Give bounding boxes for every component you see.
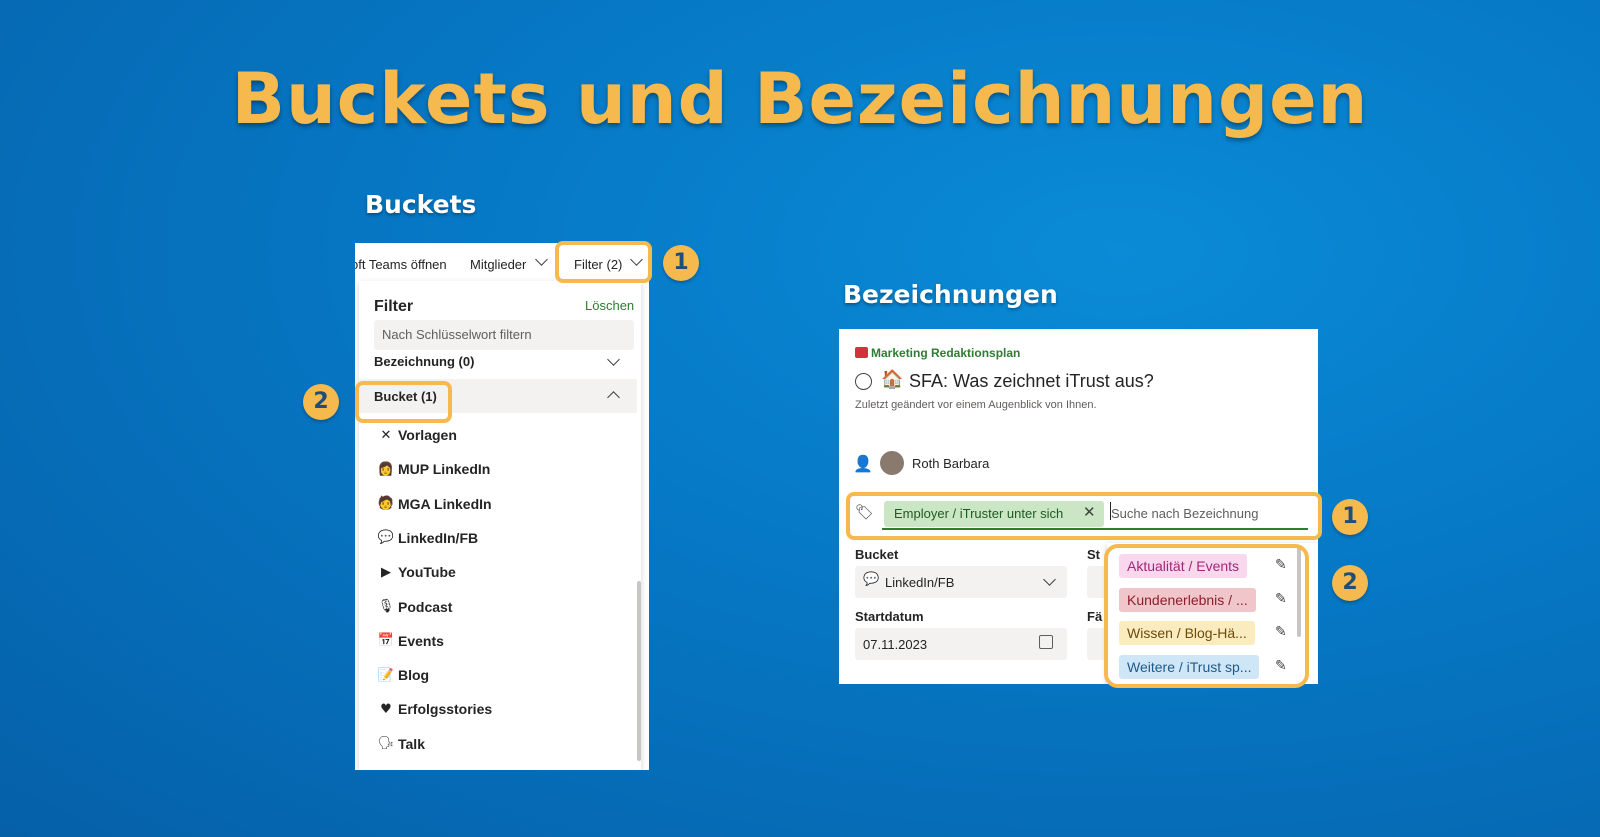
calendar-icon[interactable] [1039, 635, 1053, 649]
callout-badge-4: 2 [1332, 565, 1368, 601]
bucket-filter-item[interactable]: ▶ YouTube [377, 558, 456, 586]
filter-dropdown: Filter Löschen Nach Schlüsselwort filter… [359, 281, 641, 770]
bucket-filter-item-label: Podcast [398, 598, 453, 615]
heart-icon: ♥ [380, 701, 392, 717]
bucket-filter-item[interactable]: ♥ Erfolgsstories [377, 695, 492, 723]
bucket-chevron-down-icon [1043, 573, 1056, 586]
calendar-icon: 📅 [377, 633, 395, 649]
start-date-input[interactable]: 07.11.2023 [855, 628, 1067, 660]
task-title[interactable]: SFA: Was zeichnet iTrust aus? [909, 371, 1154, 392]
bucket-filter-item-label: MGA LinkedIn [398, 495, 492, 512]
bucket-filter-item-label: YouTube [398, 564, 456, 581]
members-button[interactable]: Mitglieder [470, 257, 526, 272]
bucket-field-label: Bucket [855, 547, 899, 562]
bucket-select[interactable]: 💬 LinkedIn/FB [855, 566, 1067, 598]
bucket-filter-item-label: Events [398, 632, 444, 649]
bucket-filter-item[interactable]: 🧑 MGA LinkedIn [377, 490, 492, 518]
avatar [880, 451, 904, 475]
page-title: Buckets und Bezeichnungen [231, 58, 1369, 140]
bucket-filter-item[interactable]: 👩 MUP LinkedIn [377, 455, 490, 483]
filter-panel-title: Filter [374, 298, 414, 315]
play-icon: ▶ [381, 564, 391, 580]
bucket-filter-item-label: Erfolgsstories [398, 701, 493, 718]
memo-icon: 📝 [377, 667, 395, 683]
members-chevron-down-icon [535, 253, 548, 266]
bucket-filter-item-label: Vorlagen [398, 427, 457, 443]
modified-text: Zuletzt geändert vor einem Augenblick vo… [855, 399, 1097, 411]
bucket-filter-item[interactable]: 🎙 Podcast [377, 593, 453, 621]
label-options-highlight-box [1104, 544, 1309, 688]
plan-icon [855, 347, 868, 358]
person-icon: 🧑 [377, 496, 395, 512]
mic-icon: 🎙 [377, 599, 395, 614]
bucket-filter-item[interactable]: 🗣 Talk [377, 730, 425, 758]
plan-name[interactable]: Marketing Redaktionsplan [871, 346, 1020, 360]
assign-person-icon[interactable]: 👤 [853, 454, 873, 473]
assignee-name[interactable]: Roth Barbara [912, 456, 989, 471]
filter-highlight-box [555, 241, 652, 283]
x-icon: ✕ [380, 427, 392, 443]
buckets-screenshot: oft Teams öffnen Mitglieder Filter (2) F… [355, 243, 649, 770]
bucket-filter-item[interactable]: ✕ Vorlagen [377, 421, 457, 449]
bucket-filter-item[interactable]: 💬 LinkedIn/FB [377, 524, 478, 552]
bucket-filter-item-label: Talk [398, 735, 425, 752]
clear-filter-link[interactable]: Löschen [585, 298, 634, 313]
bucket-filter-item-label: MUP LinkedIn [398, 461, 491, 478]
bucket-filter-item[interactable]: 📝 Blog [377, 661, 429, 689]
labels-heading: Bezeichnungen [843, 280, 1058, 309]
label-search-highlight-box [846, 492, 1322, 540]
bucket-filter-item[interactable]: 📅 Events [377, 627, 444, 655]
scrollbar[interactable] [637, 581, 641, 761]
house-icon: 🏠 [881, 369, 904, 390]
due-field-label-partial: Fä [1087, 609, 1103, 624]
callout-badge-1: 1 [663, 245, 699, 281]
keyword-filter-input[interactable]: Nach Schlüsselwort filtern [374, 320, 634, 350]
person-icon: 👩 [377, 461, 395, 477]
complete-task-checkbox[interactable] [855, 373, 872, 390]
bucket-filter-item-label: LinkedIn/FB [398, 529, 479, 546]
speaking-icon: 🗣 [377, 736, 395, 752]
buckets-heading: Buckets [365, 190, 477, 219]
chat-icon: 💬 [863, 572, 880, 587]
label-group-header[interactable]: Bezeichnung (0) [374, 354, 474, 369]
callout-badge-3: 1 [1332, 499, 1368, 535]
label-group-chevron-down-icon [607, 353, 620, 366]
start-field-label-partial: St [1087, 547, 1100, 562]
bucket-highlight-box [355, 381, 452, 423]
start-date-label: Startdatum [855, 609, 924, 624]
bucket-filter-item-label: Blog [398, 667, 430, 684]
chat-icon: 💬 [377, 530, 395, 546]
callout-badge-2: 2 [303, 384, 339, 420]
teams-open-link[interactable]: oft Teams öffnen [355, 257, 447, 272]
